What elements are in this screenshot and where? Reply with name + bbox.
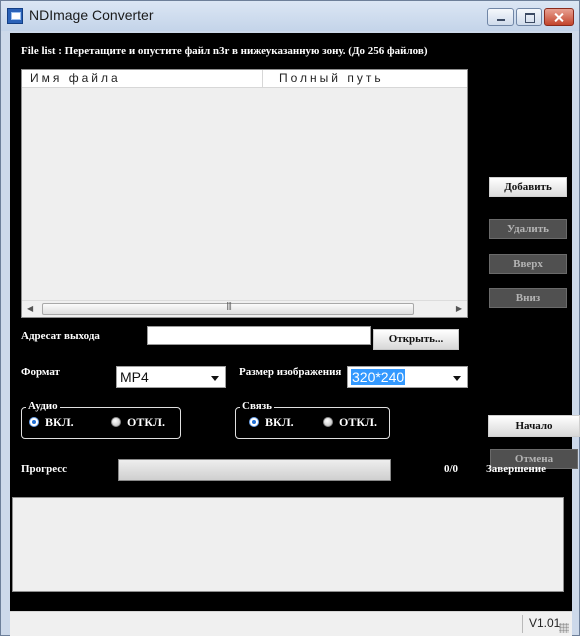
link-group-label: Связь	[240, 400, 274, 412]
link-on-label[interactable]: ВКЛ.	[265, 415, 294, 430]
scroll-right-icon[interactable]: ▶	[456, 304, 462, 313]
maximize-button[interactable]	[516, 8, 542, 26]
window-title: NDImage Converter	[29, 7, 154, 23]
chevron-down-icon	[453, 376, 461, 381]
main-panel: File list : Перетащите и опустите файл n…	[10, 33, 580, 611]
file-list[interactable]: Имя файла Полный путь ◀ ||| ▶	[21, 69, 468, 318]
column-header-filename[interactable]: Имя файла	[30, 71, 121, 85]
link-off-radio[interactable]	[323, 417, 333, 427]
format-value: MP4	[120, 369, 149, 385]
move-up-button[interactable]: Вверх	[489, 254, 567, 274]
horizontal-scrollbar[interactable]: ◀ ||| ▶	[22, 300, 467, 317]
scroll-left-icon[interactable]: ◀	[27, 304, 33, 313]
app-window: NDImage Converter File list : Перетащите…	[0, 0, 580, 636]
column-divider[interactable]	[262, 70, 263, 87]
audio-off-radio[interactable]	[111, 417, 121, 427]
status-bar: V1.01	[10, 611, 572, 636]
link-off-label[interactable]: ОТКЛ.	[339, 415, 377, 430]
log-area[interactable]	[12, 497, 564, 592]
column-header-fullpath[interactable]: Полный путь	[279, 71, 384, 85]
minimize-button[interactable]	[487, 8, 514, 26]
output-label: Адресат выхода	[21, 330, 100, 342]
chevron-down-icon	[211, 376, 219, 381]
file-list-body[interactable]	[22, 88, 467, 301]
image-size-value: 320*240	[351, 369, 406, 385]
scrollbar-thumb[interactable]: |||	[42, 301, 414, 315]
start-button[interactable]: Начало	[488, 415, 580, 437]
status-divider	[522, 615, 523, 633]
audio-on-label[interactable]: ВКЛ.	[45, 415, 74, 430]
progress-status: Завершение	[486, 463, 546, 475]
file-list-header: Имя файла Полный путь	[22, 70, 467, 88]
resize-grip-icon[interactable]	[559, 623, 569, 633]
open-button[interactable]: Открыть...	[373, 329, 459, 350]
scrollbar-grip-icon: |||	[226, 301, 232, 310]
image-size-label: Размер изображения	[239, 366, 342, 378]
add-button[interactable]: Добавить	[489, 177, 567, 197]
output-path-input[interactable]	[147, 326, 371, 345]
audio-group-label: Аудио	[26, 400, 60, 412]
progress-bar	[118, 459, 391, 481]
progress-label: Прогресс	[21, 463, 68, 475]
close-button[interactable]	[544, 8, 574, 26]
link-group: Связь ВКЛ. ОТКЛ.	[235, 400, 390, 439]
delete-button[interactable]: Удалить	[489, 219, 567, 239]
format-select[interactable]: MP4	[116, 366, 226, 388]
audio-group: Аудио ВКЛ. ОТКЛ.	[21, 400, 181, 439]
title-bar[interactable]: NDImage Converter	[1, 1, 579, 31]
image-size-select[interactable]: 320*240	[347, 366, 468, 388]
progress-count: 0/0	[444, 463, 459, 475]
format-label: Формат	[21, 366, 60, 378]
version-label: V1.01	[529, 616, 561, 630]
app-icon	[7, 8, 23, 24]
file-list-label: File list : Перетащите и опустите файл n…	[21, 45, 428, 57]
audio-on-radio[interactable]	[29, 417, 39, 427]
audio-off-label[interactable]: ОТКЛ.	[127, 415, 165, 430]
move-down-button[interactable]: Вниз	[489, 288, 567, 308]
link-on-radio[interactable]	[249, 417, 259, 427]
